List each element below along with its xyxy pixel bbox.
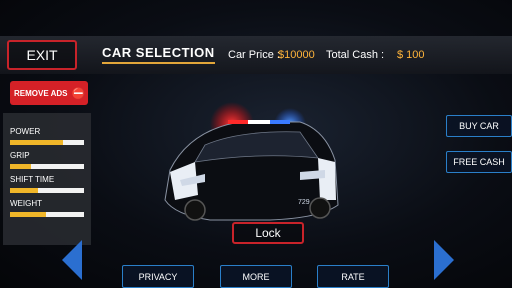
stats-panel: POWER GRIP SHIFT TIME WEIGHT bbox=[3, 113, 91, 245]
page-title: CAR SELECTION bbox=[102, 45, 215, 64]
stat-power-label: POWER bbox=[10, 127, 41, 136]
remove-ads-button[interactable]: REMOVE ADS ⛔ bbox=[10, 81, 88, 105]
stat-shift-time-label: SHIFT TIME bbox=[10, 175, 55, 184]
lock-button[interactable]: Lock bbox=[232, 222, 304, 244]
next-car-arrow-icon[interactable] bbox=[434, 240, 454, 280]
no-ads-icon: ⛔ bbox=[71, 87, 86, 100]
stat-power-bar bbox=[10, 140, 84, 145]
remove-ads-label: REMOVE ADS bbox=[14, 88, 68, 98]
privacy-button[interactable]: PRIVACY bbox=[122, 265, 194, 288]
buy-car-button[interactable]: BUY CAR bbox=[446, 115, 512, 137]
stat-shift-time-bar bbox=[10, 188, 84, 193]
total-cash-value: $ 100 bbox=[397, 49, 425, 61]
stat-weight-bar bbox=[10, 212, 84, 217]
more-button[interactable]: MORE bbox=[220, 265, 292, 288]
free-cash-button[interactable]: FREE CASH bbox=[446, 151, 512, 173]
car-plate-number: 729 bbox=[298, 199, 310, 206]
stat-grip-label: GRIP bbox=[10, 151, 30, 160]
exit-button[interactable]: EXIT bbox=[7, 40, 77, 70]
rate-button[interactable]: RATE bbox=[317, 265, 389, 288]
car-price-label: Car Price : bbox=[228, 49, 280, 61]
total-cash-label: Total Cash : bbox=[326, 49, 385, 61]
police-car-image: 729 bbox=[164, 102, 339, 221]
car-price-value: $10000 bbox=[278, 49, 315, 61]
stat-grip-bar bbox=[10, 164, 84, 169]
previous-car-arrow-icon[interactable] bbox=[62, 240, 82, 280]
stat-weight-label: WEIGHT bbox=[10, 199, 42, 208]
